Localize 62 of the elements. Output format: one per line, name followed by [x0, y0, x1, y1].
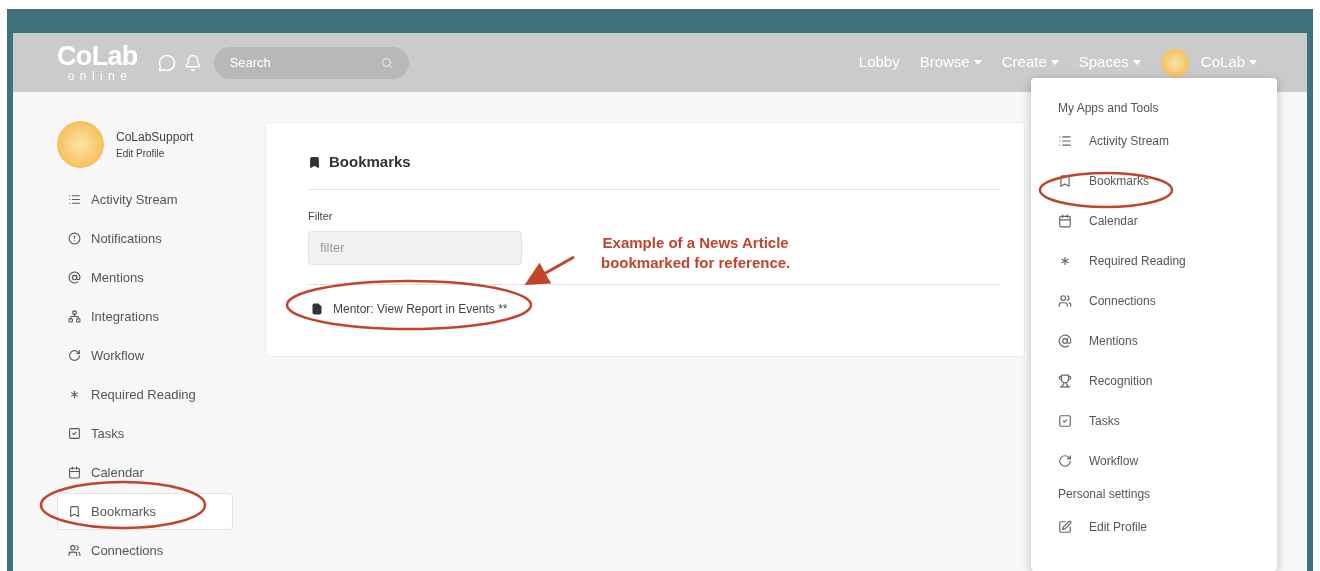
sidebar-item[interactable]: Required Reading	[57, 376, 233, 413]
trophy-icon	[1058, 374, 1072, 388]
menu-item[interactable]: Required Reading	[1058, 241, 1186, 281]
chat-icon[interactable]	[157, 53, 176, 72]
filter-label: Filter	[308, 209, 333, 224]
bookmark-icon	[308, 155, 321, 169]
sidebar-item[interactable]: Bookmarks	[57, 493, 233, 530]
bookmark-icon	[68, 505, 81, 518]
sitemap-icon	[68, 310, 81, 323]
sidebar-item[interactable]: Tasks	[57, 415, 233, 452]
checkbox-icon	[68, 427, 81, 440]
at-sign-icon	[68, 271, 81, 284]
bookmark-icon	[1058, 174, 1072, 188]
search-field[interactable]: Search	[213, 46, 409, 79]
menu-item[interactable]: Activity Stream	[1058, 121, 1169, 161]
sidebar-item[interactable]: Activity Stream	[57, 181, 233, 218]
refresh-icon	[1058, 454, 1072, 468]
calendar-icon	[1058, 214, 1072, 228]
card-title: Bookmarks	[329, 151, 411, 172]
edit-icon	[1058, 520, 1072, 534]
annotation-arrow	[524, 255, 575, 285]
menu-item[interactable]: Edit Profile	[1058, 507, 1148, 547]
sidebar-item[interactable]: Calendar	[57, 454, 233, 491]
menu-header: My Apps and Tools	[1058, 100, 1159, 117]
search-icon	[380, 56, 393, 69]
bell-icon[interactable]	[183, 53, 202, 72]
profile-name: CoLabSupport	[116, 129, 194, 146]
caret-icon	[1249, 60, 1257, 65]
edit-profile-link[interactable]: Edit Profile	[116, 146, 194, 161]
sidebar-item[interactable]: Integrations	[57, 298, 233, 335]
asterisk-icon	[68, 388, 81, 401]
menu-item[interactable]: Calendar	[1058, 201, 1138, 241]
menu-header: Personal settings	[1058, 486, 1151, 503]
checkbox-icon	[1058, 414, 1072, 428]
menu-item[interactable]: Bookmarks	[1058, 161, 1150, 201]
list-icon	[1058, 134, 1072, 148]
menu-item[interactable]: Connections	[1058, 281, 1156, 321]
people-icon	[1058, 294, 1072, 308]
at-sign-icon	[1058, 334, 1072, 348]
menu-item[interactable]: Workflow	[1058, 441, 1139, 481]
list-icon	[68, 193, 81, 206]
sidebar-item[interactable]: Connections	[57, 532, 233, 569]
calendar-icon	[68, 466, 81, 479]
menu-item[interactable]: Tasks	[1058, 401, 1120, 441]
bookmark-item[interactable]: Mentor: View Report in Events **	[308, 299, 508, 318]
sidebar-item[interactable]: Workflow	[57, 337, 233, 374]
profile-avatar	[57, 121, 104, 168]
user-avatar[interactable]	[1160, 48, 1189, 77]
caret-icon	[1050, 60, 1059, 65]
annotation-text: Example of a News Article bookmarked for reference.	[601, 233, 791, 273]
caret-icon	[1132, 60, 1141, 65]
people-icon	[68, 544, 81, 557]
refresh-icon	[68, 349, 81, 362]
alert-icon	[68, 232, 81, 245]
menu-item[interactable]: Recognition	[1058, 361, 1153, 401]
document-icon	[311, 302, 323, 315]
caret-icon	[973, 60, 982, 65]
sidebar-item[interactable]: Mentions	[57, 259, 233, 296]
sidebar-item[interactable]: Notifications	[57, 220, 233, 257]
menu-item[interactable]: Mentions	[1058, 321, 1138, 361]
filter-input[interactable]: filter	[308, 230, 522, 265]
asterisk-icon	[1058, 254, 1072, 268]
